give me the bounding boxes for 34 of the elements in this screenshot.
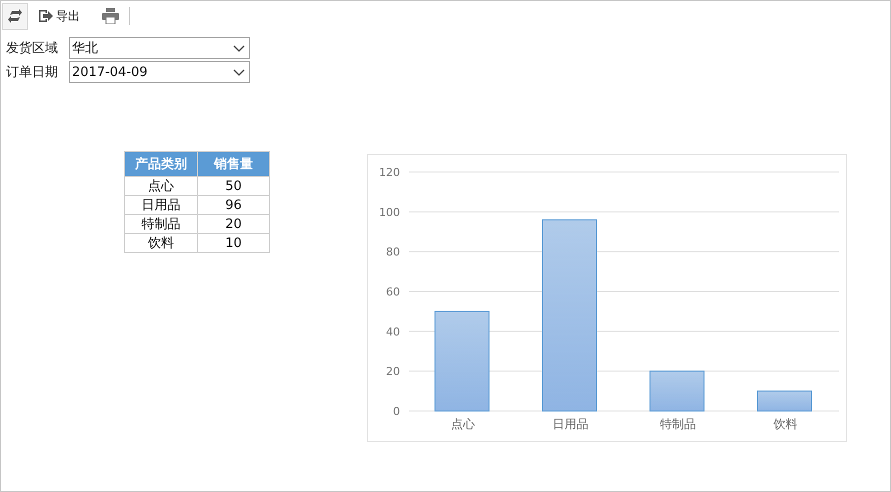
axis-category-label: 特制品 — [660, 417, 696, 431]
filter-dropdown[interactable]: 2017-04-09 — [69, 61, 250, 83]
table-cell: 特制品 — [124, 214, 198, 234]
axis-tick-label: 40 — [386, 325, 400, 338]
printer-icon — [102, 8, 119, 24]
column-header: 产品类别 — [124, 152, 198, 176]
axis-category-label: 点心 — [450, 417, 475, 431]
table-cell: 点心 — [124, 176, 198, 196]
axis-tick-label: 100 — [379, 206, 400, 219]
refresh-button[interactable] — [2, 2, 28, 30]
export-button[interactable]: 导出 — [32, 2, 86, 30]
axis-tick-label: 0 — [393, 405, 400, 418]
refresh-icon — [8, 9, 22, 23]
bar — [757, 390, 812, 412]
filter-label: 发货区域 — [6, 40, 59, 57]
table-cell: 96 — [198, 196, 270, 214]
table-cell: 20 — [198, 214, 270, 234]
axis-tick-label: 20 — [386, 365, 400, 378]
export-icon — [38, 9, 53, 23]
axis-category-label: 饮料 — [773, 417, 798, 431]
chevron-down-icon — [233, 44, 245, 52]
filter-label: 订单日期 — [6, 64, 59, 81]
table-cell: 日用品 — [124, 196, 198, 214]
table-cell: 50 — [198, 176, 270, 196]
axis-tick-label: 120 — [379, 166, 400, 179]
table-cell: 10 — [198, 234, 270, 252]
chevron-down-icon — [233, 68, 245, 76]
column-header: 销售量 — [198, 152, 270, 176]
table-cell: 饮料 — [124, 234, 198, 252]
bar — [650, 370, 704, 412]
axis-category-label: 日用品 — [552, 417, 588, 431]
filter-dropdown[interactable]: 华北 — [69, 37, 250, 59]
axis-tick-label: 60 — [386, 286, 400, 298]
axis-tick-label: 80 — [386, 246, 400, 259]
